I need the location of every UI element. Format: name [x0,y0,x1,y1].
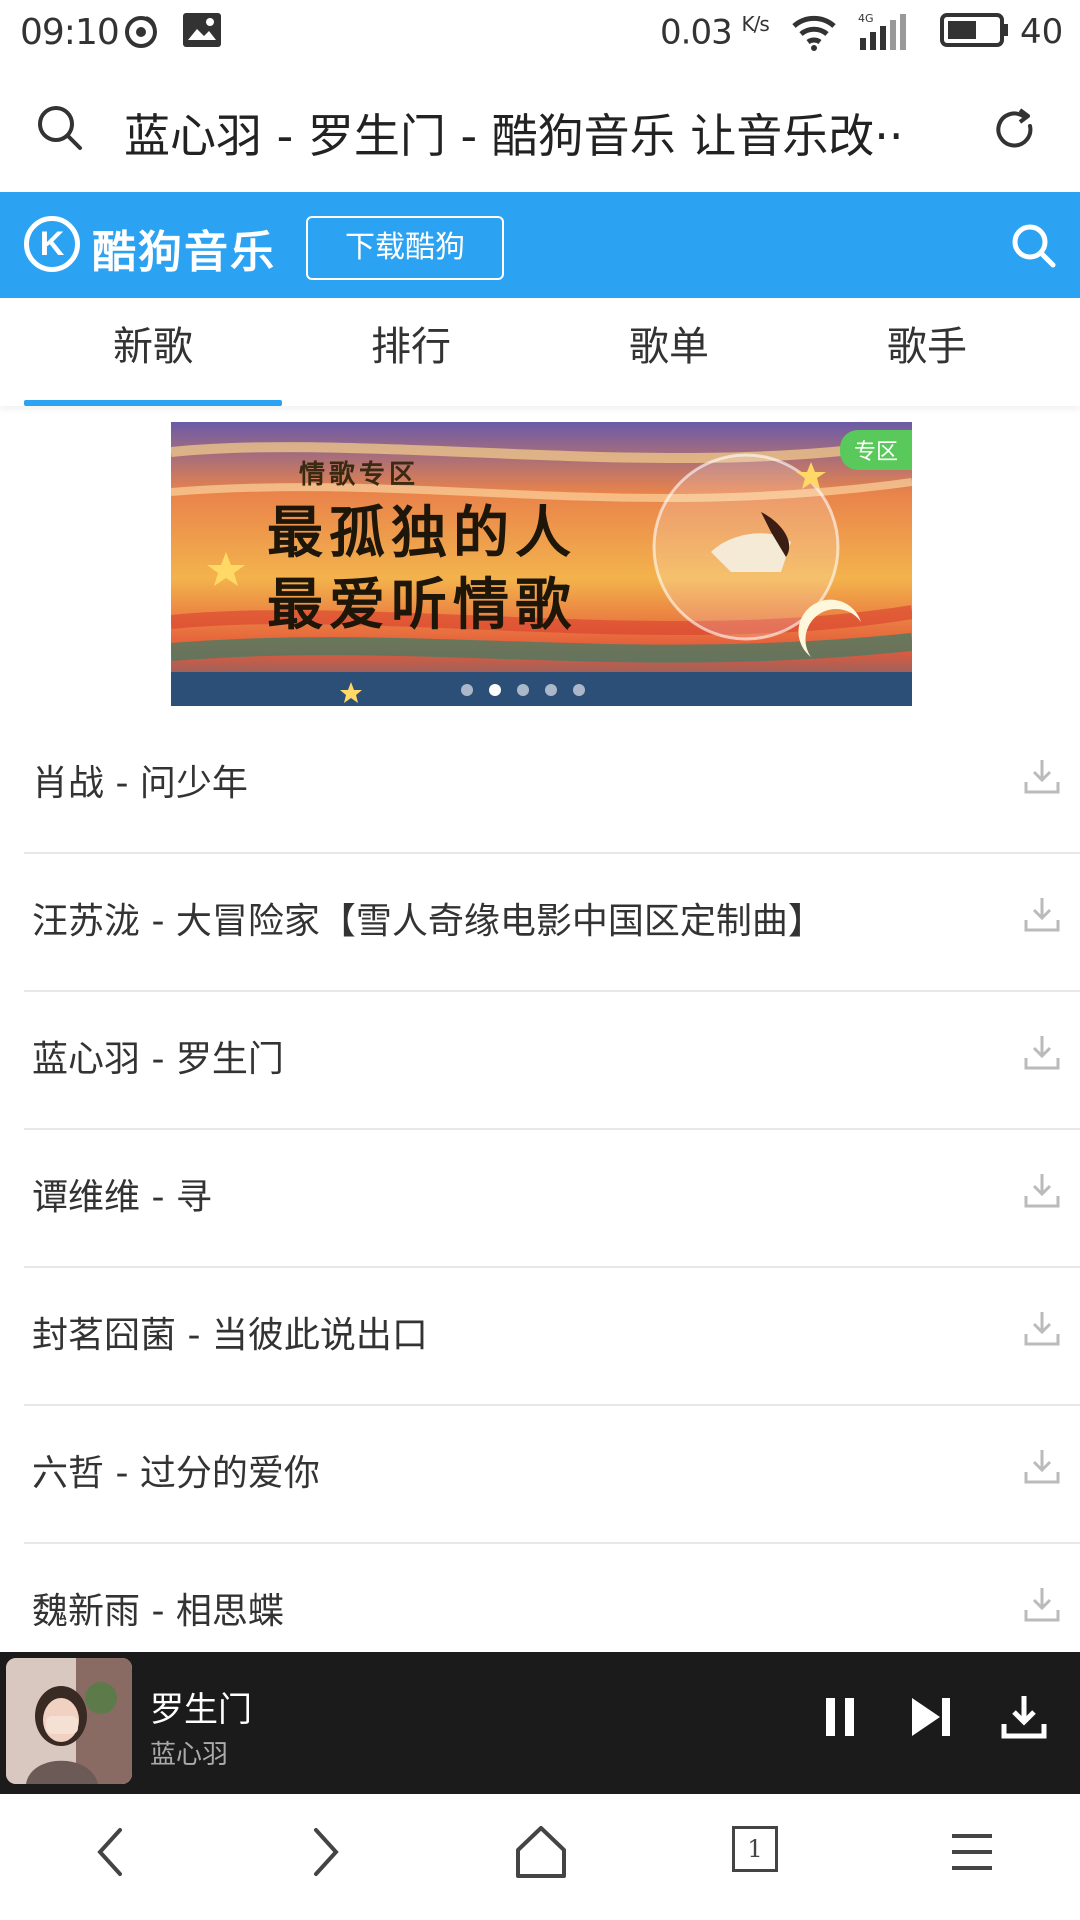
tab-ranking[interactable]: 排行 [282,298,540,406]
kugou-header: K 酷狗音乐 下载酷狗 [0,192,1080,298]
download-icon[interactable] [1022,1170,1062,1214]
pause-icon[interactable] [822,1692,858,1746]
signal-icon: 4G [858,12,918,56]
banner-dot-active[interactable] [489,684,501,696]
banner-dot[interactable] [461,684,473,696]
album-cover[interactable] [6,1658,132,1784]
banner-headline-2: 最爱听情歌 [267,572,577,638]
song-row[interactable]: 谭维维 - 寻 [24,1130,1080,1268]
browser-bottom-nav: 1 [0,1794,1080,1920]
next-track-icon[interactable] [908,1692,954,1746]
banner-headline-1: 最孤独的人 [267,500,577,566]
menu-icon[interactable] [948,1824,996,1884]
page-title[interactable]: 蓝心羽 - 罗生门 - 酷狗音乐 让音乐改·· [124,100,944,166]
song-row[interactable]: 肖战 - 问少年 [24,716,1080,854]
song-title[interactable]: 封茗囧菌 - 当彼此说出口 [32,1306,428,1358]
song-title[interactable]: 肖战 - 问少年 [32,754,248,806]
song-title[interactable]: 魏新雨 - 相思蝶 [32,1582,284,1634]
song-title[interactable]: 谭维维 - 寻 [32,1168,212,1220]
banner-zone-badge: 专区 [839,430,912,470]
tabs-count-button[interactable]: 1 [732,1826,778,1872]
tab-singers[interactable]: 歌手 [798,298,1056,406]
song-list: 肖战 - 问少年 汪苏泷 - 大冒险家【雪人奇缘电影中国区定制曲】 蓝心羽 - … [0,716,1080,1682]
song-row[interactable]: 六哲 - 过分的爱你 [24,1406,1080,1544]
song-row[interactable]: 封茗囧菌 - 当彼此说出口 [24,1268,1080,1406]
back-icon[interactable] [90,1824,130,1884]
mini-player[interactable]: 罗生门 蓝心羽 [0,1652,1080,1794]
banner-dot[interactable] [517,684,529,696]
category-tabs: 新歌 排行 歌单 歌手 [0,298,1080,406]
download-icon[interactable] [1022,1584,1062,1628]
image-notification-icon [182,12,222,52]
download-icon[interactable] [1022,756,1062,800]
tab-playlists[interactable]: 歌单 [540,298,798,406]
banner-dot[interactable] [573,684,585,696]
wifi-icon [792,12,836,56]
search-icon[interactable] [36,104,84,156]
download-icon[interactable] [1022,1446,1062,1490]
status-bar: 09:10 0.03 K/s 4G 40 [0,0,1080,70]
song-row[interactable]: 蓝心羽 - 罗生门 [24,992,1080,1130]
home-icon[interactable] [514,1824,568,1884]
player-artist: 蓝心羽 [150,1740,229,1770]
download-icon[interactable] [1022,1308,1062,1352]
tab-new-songs[interactable]: 新歌 [24,298,282,406]
banner-pagination [461,684,585,696]
banner-subtitle: 情歌专区 [299,460,420,490]
forward-icon[interactable] [306,1824,346,1884]
song-title[interactable]: 蓝心羽 - 罗生门 [32,1030,284,1082]
download-kugou-button[interactable]: 下载酷狗 [306,216,504,280]
song-title[interactable]: 六哲 - 过分的爱你 [32,1444,320,1496]
weibo-icon [122,12,160,54]
banner-dot[interactable] [545,684,557,696]
status-time: 09:10 [20,12,120,53]
battery-level: 40 [1020,12,1064,52]
address-bar[interactable]: 蓝心羽 - 罗生门 - 酷狗音乐 让音乐改·· [0,70,1080,192]
refresh-icon[interactable] [990,104,1040,158]
kugou-logo-icon[interactable]: K [24,216,80,272]
download-icon[interactable] [1022,1032,1062,1076]
network-type-label: 4G [858,12,874,25]
promo-banner[interactable]: 专区 情歌专区 最孤独的人 最爱听情歌 [171,422,912,706]
kugou-logo-text[interactable]: 酷狗音乐 [92,216,276,280]
download-song-icon[interactable] [1000,1692,1048,1746]
song-title[interactable]: 汪苏泷 - 大冒险家【雪人奇缘电影中国区定制曲】 [32,892,824,944]
network-speed: 0.03 K/s [660,12,770,53]
player-song-title: 罗生门 [150,1690,252,1730]
download-icon[interactable] [1022,894,1062,938]
song-row[interactable]: 汪苏泷 - 大冒险家【雪人奇缘电影中国区定制曲】 [24,854,1080,992]
battery-icon [940,12,1010,52]
kugou-search-icon[interactable] [1010,222,1058,274]
